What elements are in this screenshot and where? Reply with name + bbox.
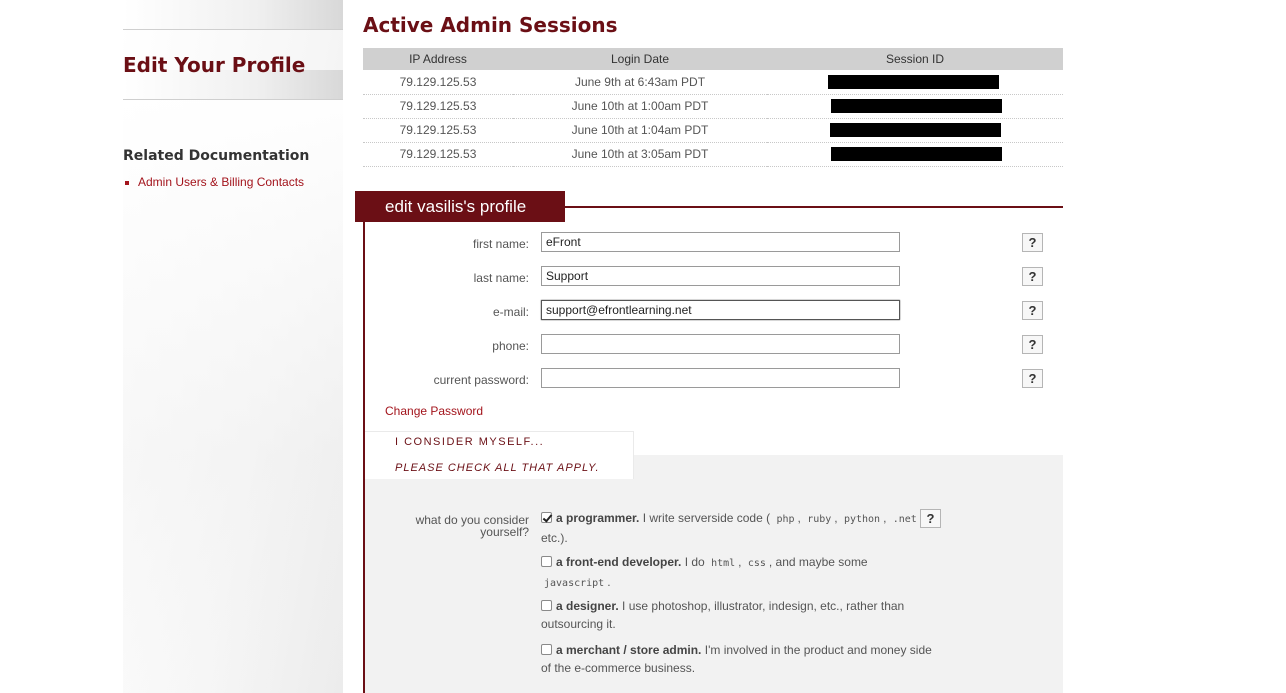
sidebar: [123, 0, 343, 693]
related-docs-title: Related Documentation: [123, 148, 310, 164]
option-frontend[interactable]: a front-end developer. I do html, css, a…: [541, 553, 941, 593]
column-header-session-id: Session ID: [767, 48, 1063, 70]
code-css: css: [747, 558, 766, 569]
related-docs-list: Admin Users & Billing Contacts: [123, 175, 304, 189]
session-date: June 10th at 1:00am PDT: [513, 94, 767, 119]
code-html: html: [711, 558, 736, 569]
phone-label: phone:: [492, 339, 529, 353]
option-text: I write serverside code (: [642, 511, 771, 525]
email-field[interactable]: [541, 300, 900, 320]
table-row: 79.129.125.53 June 10th at 1:04am PDT: [363, 118, 1063, 143]
option-text: , and maybe some: [768, 555, 868, 569]
programmer-checkbox[interactable]: [541, 512, 552, 523]
code-php: php: [776, 514, 795, 525]
column-header-ip: IP Address: [363, 48, 513, 70]
redacted-session-id: [830, 147, 1002, 162]
table-header-row: IP Address Login Date Session ID: [363, 48, 1063, 70]
redacted-session-id: [829, 123, 1001, 138]
session-id-cell: [767, 118, 1063, 143]
phone-field[interactable]: [541, 334, 900, 354]
table-row: 79.129.125.53 June 9th at 6:43am PDT: [363, 70, 1063, 95]
current-password-label: current password:: [433, 373, 529, 387]
consider-help-button[interactable]: ?: [920, 509, 941, 528]
sidebar-title: Edit Your Profile: [123, 53, 306, 77]
sessions-table: IP Address Login Date Session ID 79.129.…: [363, 48, 1063, 167]
first-name-help-button[interactable]: ?: [1022, 233, 1043, 252]
phone-help-button[interactable]: ?: [1022, 335, 1043, 354]
sidebar-divider: [123, 0, 343, 30]
redacted-session-id: [830, 99, 1002, 114]
frontend-checkbox[interactable]: [541, 556, 552, 567]
consider-hint: PLEASE CHECK ALL THAT APPLY.: [395, 462, 600, 474]
column-header-login-date: Login Date: [513, 48, 767, 70]
redacted-session-id: [827, 75, 999, 90]
option-merchant[interactable]: a merchant / store admin. I'm involved i…: [541, 641, 941, 677]
session-ip: 79.129.125.53: [363, 142, 513, 167]
session-date: June 10th at 3:05am PDT: [513, 142, 767, 167]
related-doc-link[interactable]: Admin Users & Billing Contacts: [123, 175, 304, 189]
first-name-label: first name:: [472, 237, 529, 251]
sessions-title: Active Admin Sessions: [363, 13, 618, 37]
email-label: e-mail:: [492, 305, 529, 319]
current-password-help-button[interactable]: ?: [1022, 369, 1043, 388]
session-id-cell: [767, 94, 1063, 119]
last-name-field[interactable]: [541, 266, 900, 286]
designer-checkbox[interactable]: [541, 600, 552, 611]
consider-question-label: what do you consider yourself?: [415, 513, 529, 539]
session-date: June 10th at 1:04am PDT: [513, 118, 767, 143]
option-title: a front-end developer.: [556, 555, 682, 569]
code-javascript: javascript: [544, 578, 605, 589]
change-password-link[interactable]: Change Password: [385, 404, 483, 418]
code-dotnet: .net: [892, 514, 917, 525]
profile-header-rule: [563, 206, 1063, 208]
code-python: python: [843, 514, 881, 525]
code-ruby: ruby: [807, 514, 832, 525]
session-ip: 79.129.125.53: [363, 94, 513, 119]
option-title: a merchant / store admin.: [556, 643, 702, 657]
option-text-end: etc.).: [541, 531, 568, 545]
email-help-button[interactable]: ?: [1022, 301, 1043, 320]
table-row: 79.129.125.53 June 10th at 3:05am PDT: [363, 142, 1063, 167]
session-id-cell: [767, 142, 1063, 167]
current-password-field[interactable]: [541, 368, 900, 388]
session-ip: 79.129.125.53: [363, 118, 513, 143]
option-title: a programmer.: [556, 511, 640, 525]
option-text: I do: [684, 555, 705, 569]
last-name-help-button[interactable]: ?: [1022, 267, 1043, 286]
profile-section-title: edit vasilis's profile: [355, 191, 565, 222]
option-designer[interactable]: a designer. I use photoshop, illustrator…: [541, 597, 941, 633]
session-ip: 79.129.125.53: [363, 70, 513, 95]
first-name-field[interactable]: [541, 232, 900, 252]
session-id-cell: [767, 70, 1063, 95]
merchant-checkbox[interactable]: [541, 644, 552, 655]
option-programmer[interactable]: a programmer. I write serverside code ( …: [541, 509, 941, 547]
last-name-label: last name:: [473, 271, 529, 285]
consider-title: I CONSIDER MYSELF...: [395, 436, 545, 448]
table-row: 79.129.125.53 June 10th at 1:00am PDT: [363, 94, 1063, 119]
session-date: June 9th at 6:43am PDT: [513, 70, 767, 95]
option-title: a designer.: [556, 599, 619, 613]
